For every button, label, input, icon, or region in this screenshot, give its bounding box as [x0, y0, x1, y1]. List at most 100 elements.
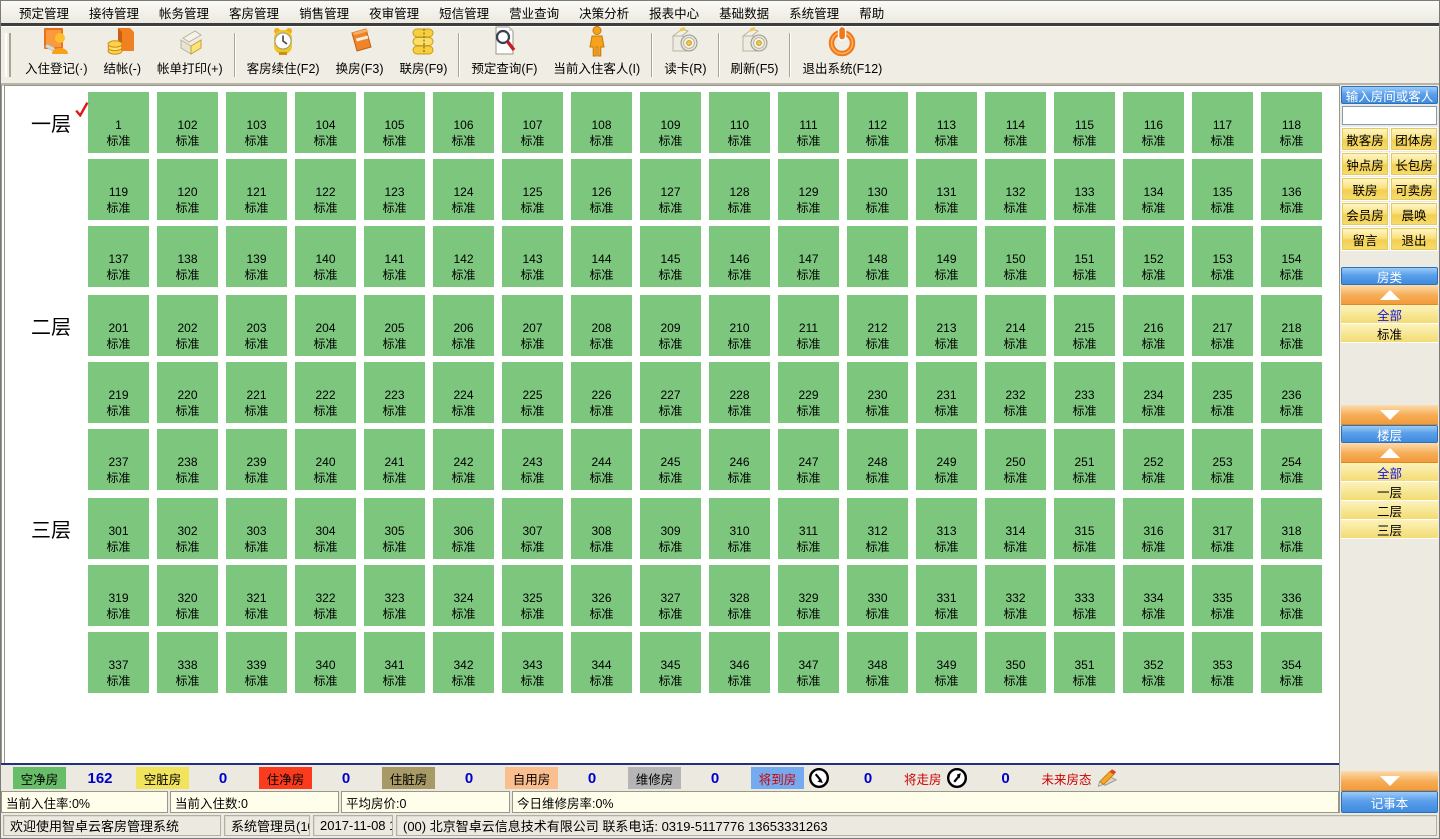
toolbar-button-current-guest[interactable]: 当前入住客人(I) — [545, 29, 648, 81]
room-cell-103[interactable]: 103标准 — [226, 92, 287, 153]
sidebar-button-晨唤[interactable]: 晨唤 — [1390, 202, 1438, 226]
room-cell-140[interactable]: 140标准 — [295, 226, 356, 287]
room-cell-315[interactable]: 315标准 — [1054, 498, 1115, 559]
toolbar-button-exit[interactable]: 退出系统(F12) — [794, 29, 890, 81]
room-cell-108[interactable]: 108标准 — [571, 92, 632, 153]
room-cell-212[interactable]: 212标准 — [847, 295, 908, 356]
sidebar-button-会员房[interactable]: 会员房 — [1341, 202, 1389, 226]
room-cell-353[interactable]: 353标准 — [1192, 632, 1253, 693]
room-cell-316[interactable]: 316标准 — [1123, 498, 1184, 559]
room-cell-227[interactable]: 227标准 — [640, 362, 701, 423]
room-cell-211[interactable]: 211标准 — [778, 295, 839, 356]
room-type-item-全部[interactable]: 全部 — [1341, 305, 1438, 324]
sidebar-button-团体房[interactable]: 团体房 — [1390, 127, 1438, 151]
room-cell-117[interactable]: 117标准 — [1192, 92, 1253, 153]
room-cell-238[interactable]: 238标准 — [157, 429, 218, 490]
room-cell-208[interactable]: 208标准 — [571, 295, 632, 356]
room-cell-102[interactable]: 102标准 — [157, 92, 218, 153]
room-cell-224[interactable]: 224标准 — [433, 362, 494, 423]
room-cell-339[interactable]: 339标准 — [226, 632, 287, 693]
room-cell-134[interactable]: 134标准 — [1123, 159, 1184, 220]
room-cell-325[interactable]: 325标准 — [502, 565, 563, 626]
room-type-header[interactable]: 房类 — [1341, 267, 1438, 285]
room-cell-105[interactable]: 105标准 — [364, 92, 425, 153]
room-cell-218[interactable]: 218标准 — [1261, 295, 1322, 356]
room-cell-122[interactable]: 122标准 — [295, 159, 356, 220]
room-cell-232[interactable]: 232标准 — [985, 362, 1046, 423]
room-cell-317[interactable]: 317标准 — [1192, 498, 1253, 559]
room-cell-137[interactable]: 137标准 — [88, 226, 149, 287]
room-cell-254[interactable]: 254标准 — [1261, 429, 1322, 490]
room-cell-305[interactable]: 305标准 — [364, 498, 425, 559]
room-cell-206[interactable]: 206标准 — [433, 295, 494, 356]
room-cell-242[interactable]: 242标准 — [433, 429, 494, 490]
room-cell-229[interactable]: 229标准 — [778, 362, 839, 423]
room-cell-322[interactable]: 322标准 — [295, 565, 356, 626]
room-cell-129[interactable]: 129标准 — [778, 159, 839, 220]
toolbar-button-change-room[interactable]: 换房(F3) — [328, 29, 392, 81]
room-cell-143[interactable]: 143标准 — [502, 226, 563, 287]
toolbar-button-extend-stay[interactable]: 客房续住(F2) — [239, 29, 328, 81]
room-cell-310[interactable]: 310标准 — [709, 498, 770, 559]
menu-item-报表中心[interactable]: 报表中心 — [639, 0, 709, 25]
room-cell-309[interactable]: 309标准 — [640, 498, 701, 559]
room-cell-221[interactable]: 221标准 — [226, 362, 287, 423]
room-cell-354[interactable]: 354标准 — [1261, 632, 1322, 693]
room-cell-214[interactable]: 214标准 — [985, 295, 1046, 356]
room-cell-306[interactable]: 306标准 — [433, 498, 494, 559]
room-cell-223[interactable]: 223标准 — [364, 362, 425, 423]
room-cell-109[interactable]: 109标准 — [640, 92, 701, 153]
sidebar-button-钟点房[interactable]: 钟点房 — [1341, 152, 1389, 176]
menu-item-销售管理[interactable]: 销售管理 — [289, 0, 359, 25]
menu-item-帐务管理[interactable]: 帐务管理 — [149, 0, 219, 25]
room-cell-351[interactable]: 351标准 — [1054, 632, 1115, 693]
room-cell-114[interactable]: 114标准 — [985, 92, 1046, 153]
menu-item-营业查询[interactable]: 营业查询 — [499, 0, 569, 25]
room-cell-344[interactable]: 344标准 — [571, 632, 632, 693]
room-cell-202[interactable]: 202标准 — [157, 295, 218, 356]
room-cell-349[interactable]: 349标准 — [916, 632, 977, 693]
menu-item-客房管理[interactable]: 客房管理 — [219, 0, 289, 25]
menu-item-预定管理[interactable]: 预定管理 — [9, 0, 79, 25]
room-cell-201[interactable]: 201标准 — [88, 295, 149, 356]
room-cell-302[interactable]: 302标准 — [157, 498, 218, 559]
room-cell-152[interactable]: 152标准 — [1123, 226, 1184, 287]
room-cell-337[interactable]: 337标准 — [88, 632, 149, 693]
room-cell-231[interactable]: 231标准 — [916, 362, 977, 423]
room-cell-236[interactable]: 236标准 — [1261, 362, 1322, 423]
room-cell-241[interactable]: 241标准 — [364, 429, 425, 490]
room-cell-311[interactable]: 311标准 — [778, 498, 839, 559]
toolbar-button-join-rooms[interactable]: 联房(F9) — [391, 29, 455, 81]
room-cell-147[interactable]: 147标准 — [778, 226, 839, 287]
room-cell-318[interactable]: 318标准 — [1261, 498, 1322, 559]
room-cell-336[interactable]: 336标准 — [1261, 565, 1322, 626]
room-cell-341[interactable]: 341标准 — [364, 632, 425, 693]
notes-header[interactable]: 记事本 — [1341, 791, 1438, 813]
room-cell-111[interactable]: 111标准 — [778, 92, 839, 153]
toolbar-button-read-card[interactable]: 读卡(R) — [656, 29, 714, 81]
room-cell-107[interactable]: 107标准 — [502, 92, 563, 153]
floor-item-三层[interactable]: 三层 — [1341, 520, 1438, 539]
sidebar-button-退出[interactable]: 退出 — [1390, 227, 1438, 251]
room-cell-303[interactable]: 303标准 — [226, 498, 287, 559]
room-cell-343[interactable]: 343标准 — [502, 632, 563, 693]
room-cell-350[interactable]: 350标准 — [985, 632, 1046, 693]
room-cell-154[interactable]: 154标准 — [1261, 226, 1322, 287]
room-cell-120[interactable]: 120标准 — [157, 159, 218, 220]
room-cell-245[interactable]: 245标准 — [640, 429, 701, 490]
room-cell-226[interactable]: 226标准 — [571, 362, 632, 423]
room-cell-1[interactable]: 1标准 — [88, 92, 149, 153]
room-cell-144[interactable]: 144标准 — [571, 226, 632, 287]
room-cell-135[interactable]: 135标准 — [1192, 159, 1253, 220]
room-cell-319[interactable]: 319标准 — [88, 565, 149, 626]
floor-header[interactable]: 楼层 — [1341, 425, 1438, 443]
room-cell-146[interactable]: 146标准 — [709, 226, 770, 287]
room-cell-338[interactable]: 338标准 — [157, 632, 218, 693]
room-cell-304[interactable]: 304标准 — [295, 498, 356, 559]
room-cell-323[interactable]: 323标准 — [364, 565, 425, 626]
room-cell-138[interactable]: 138标准 — [157, 226, 218, 287]
room-cell-113[interactable]: 113标准 — [916, 92, 977, 153]
room-cell-324[interactable]: 324标准 — [433, 565, 494, 626]
room-cell-130[interactable]: 130标准 — [847, 159, 908, 220]
room-cell-308[interactable]: 308标准 — [571, 498, 632, 559]
